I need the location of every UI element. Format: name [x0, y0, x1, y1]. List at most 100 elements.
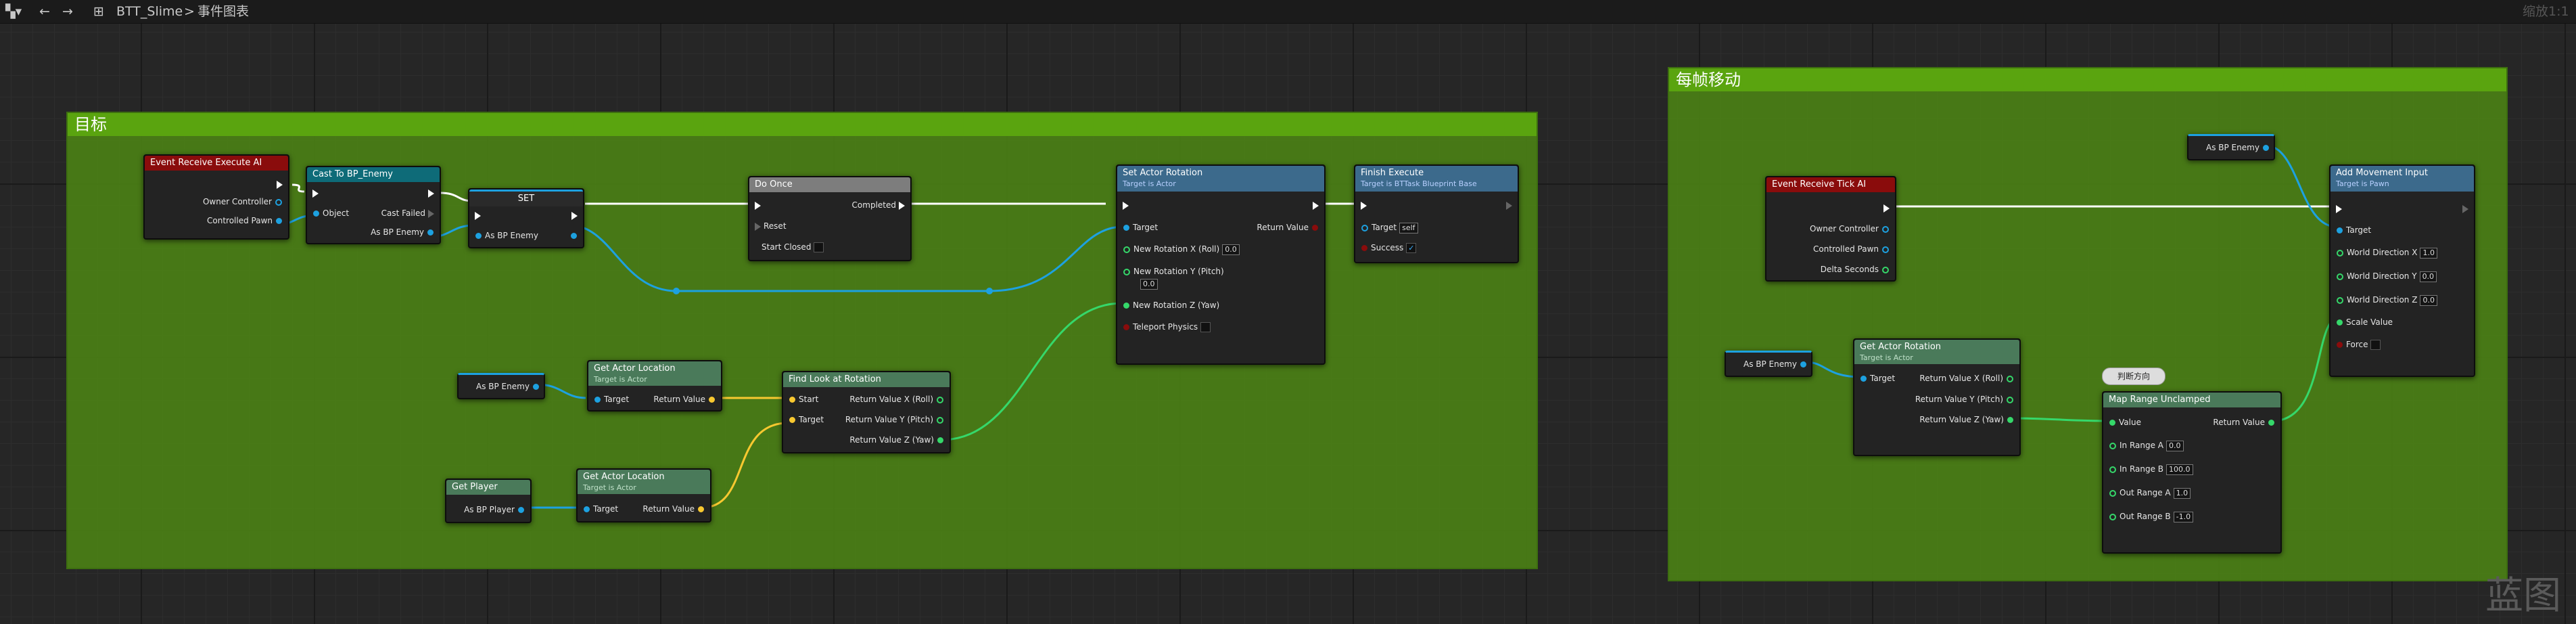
success-pin[interactable]: Success ✓: [1358, 242, 1417, 253]
value-box[interactable]: 0.0: [2419, 271, 2437, 282]
as-bp-enemy-pin[interactable]: As BP Enemy: [472, 230, 538, 241]
force-checkbox[interactable]: [2370, 340, 2381, 350]
node-get-actor-rotation[interactable]: Get Actor Rotation Target is Actor Targe…: [1853, 338, 2021, 456]
node-as-bp-enemy-getter[interactable]: As BP Enemy: [457, 373, 545, 399]
return-x-pin[interactable]: Return Value X (Roll): [1919, 373, 2017, 384]
world-direction-y-pin[interactable]: World Direction Y 0.0: [2333, 271, 2437, 282]
exec-in-pin[interactable]: [472, 210, 484, 221]
node-add-movement-input[interactable]: Add Movement Input Target is Pawn Target…: [2329, 164, 2475, 377]
new-rotation-z-pin[interactable]: New Rotation Z (Yaw): [1120, 300, 1219, 311]
node-comment-bubble[interactable]: 判断方向: [2102, 367, 2165, 385]
as-bp-enemy-out-pin[interactable]: [567, 230, 580, 241]
reset-pin[interactable]: Reset: [752, 221, 787, 231]
target-pin[interactable]: Target: [591, 394, 629, 405]
target-pin[interactable]: Target: [1120, 222, 1158, 233]
teleport-physics-pin[interactable]: Teleport Physics: [1120, 321, 1211, 332]
node-as-bp-enemy-getter-top[interactable]: As BP Enemy: [2187, 134, 2275, 160]
controlled-pawn-pin[interactable]: Controlled Pawn: [207, 215, 285, 226]
as-bp-enemy-pin[interactable]: As BP Enemy: [371, 227, 437, 238]
return-x-pin[interactable]: Return Value X (Roll): [849, 394, 947, 405]
exec-in-pin[interactable]: [1358, 200, 1369, 210]
blueprint-icon[interactable]: ▚▾: [5, 3, 22, 20]
breadcrumb-page[interactable]: 事件图表: [197, 3, 249, 20]
exec-in-pin[interactable]: [310, 187, 321, 198]
node-get-actor-location[interactable]: Get Actor Location Target is Actor Targe…: [587, 360, 722, 411]
target-pin[interactable]: Target: [1857, 373, 1895, 384]
node-do-once[interactable]: Do Once Completed Reset Start Closed: [748, 176, 912, 261]
scale-value-pin[interactable]: Scale Value: [2333, 317, 2393, 328]
node-as-bp-enemy-getter-mid[interactable]: As BP Enemy: [1725, 351, 1812, 377]
world-direction-z-pin[interactable]: World Direction Z 0.0: [2333, 294, 2437, 306]
return-value-pin[interactable]: Return Value: [653, 394, 718, 405]
out-range-b-pin[interactable]: Out Range B -1.0: [2106, 511, 2194, 522]
target-value[interactable]: self: [1399, 223, 1418, 233]
exec-out-pin[interactable]: [2460, 203, 2471, 214]
out-range-a-pin[interactable]: Out Range A 1.0: [2106, 487, 2191, 499]
world-direction-x-pin[interactable]: World Direction X 1.0: [2333, 247, 2437, 259]
node-get-player[interactable]: Get Player As BP Player: [445, 478, 532, 523]
node-event-receive-tick-ai[interactable]: Event Receive Tick AI Owner Controller C…: [1765, 176, 1896, 282]
start-closed-pin[interactable]: Start Closed: [752, 242, 824, 252]
as-bp-enemy-out-pin[interactable]: As BP Enemy: [476, 381, 542, 392]
as-bp-enemy-out-pin[interactable]: As BP Enemy: [1743, 359, 1810, 370]
return-value-pin[interactable]: Return Value: [642, 504, 707, 514]
node-event-receive-execute-ai[interactable]: Event Receive Execute AI Owner Controlle…: [143, 154, 289, 240]
target-pin[interactable]: Target: [2333, 225, 2371, 236]
owner-controller-pin[interactable]: Owner Controller: [203, 196, 285, 207]
in-range-b-pin[interactable]: In Range B 100.0: [2106, 464, 2193, 475]
object-pin[interactable]: Object: [310, 208, 349, 219]
value-box[interactable]: 1.0: [2173, 488, 2191, 499]
return-y-pin[interactable]: Return Value Y (Pitch): [1915, 394, 2017, 405]
value-box[interactable]: 0.0: [2420, 295, 2437, 306]
exec-out-pin[interactable]: [1881, 202, 1892, 213]
teleport-physics-checkbox[interactable]: [1200, 322, 1211, 332]
completed-pin[interactable]: Completed: [852, 200, 908, 210]
in-range-a-pin[interactable]: In Range A 0.0: [2106, 440, 2184, 451]
target-pin[interactable]: Target: [786, 414, 824, 425]
target-pin[interactable]: Target self: [1358, 222, 1418, 233]
new-rotation-x-pin[interactable]: New Rotation X (Roll) 0.0: [1120, 244, 1240, 255]
start-closed-checkbox[interactable]: [814, 242, 824, 252]
node-get-actor-location-player[interactable]: Get Actor Location Target is Actor Targe…: [576, 468, 711, 522]
start-pin[interactable]: Start: [786, 394, 818, 405]
force-pin[interactable]: Force: [2333, 339, 2381, 350]
node-map-range-unclamped[interactable]: Map Range Unclamped Value Return Value I…: [2102, 391, 2282, 554]
back-arrow-icon[interactable]: ←: [39, 3, 50, 20]
exec-in-pin[interactable]: [2333, 203, 2345, 214]
value-box[interactable]: -1.0: [2173, 512, 2194, 522]
graph-canvas[interactable]: 目标 每帧移动 Event Receive Execute AI Owner C…: [0, 24, 2576, 624]
exec-out-pin[interactable]: [1503, 200, 1515, 210]
owner-controller-pin[interactable]: Owner Controller: [1810, 223, 1892, 234]
cast-failed-pin[interactable]: Cast Failed: [381, 208, 437, 219]
exec-out-pin[interactable]: [1310, 200, 1321, 210]
exec-in-pin[interactable]: [752, 200, 764, 210]
breadcrumb-root[interactable]: BTT_Slime: [116, 3, 183, 20]
return-value-pin[interactable]: Return Value: [2213, 417, 2278, 428]
node-cast-to-bp-enemy[interactable]: Cast To BP_Enemy Object Cast Failed As B…: [306, 166, 441, 244]
new-rotation-y-value[interactable]: 0.0: [1138, 278, 1158, 290]
return-value-pin[interactable]: Return Value: [1257, 222, 1321, 233]
node-set-actor-rotation[interactable]: Set Actor Rotation Target is Actor Targe…: [1116, 164, 1326, 365]
exec-out-pin[interactable]: [569, 210, 580, 221]
node-finish-execute[interactable]: Finish Execute Target is BTTask Blueprin…: [1354, 164, 1519, 263]
value-box[interactable]: 0.0: [2166, 441, 2184, 451]
exec-out-pin[interactable]: [425, 187, 437, 198]
value-box[interactable]: 0.0: [1140, 279, 1158, 290]
return-z-pin[interactable]: Return Value Z (Yaw): [849, 434, 947, 445]
value-box[interactable]: 1.0: [2420, 248, 2437, 259]
node-set-variable[interactable]: SET As BP Enemy: [468, 188, 584, 248]
value-box[interactable]: 0.0: [1222, 244, 1240, 255]
return-z-pin[interactable]: Return Value Z (Yaw): [1919, 414, 2017, 425]
forward-arrow-icon[interactable]: →: [62, 3, 73, 20]
return-y-pin[interactable]: Return Value Y (Pitch): [845, 414, 947, 425]
controlled-pawn-pin[interactable]: Controlled Pawn: [1813, 244, 1892, 254]
value-pin[interactable]: Value: [2106, 417, 2141, 428]
as-bp-enemy-out-pin[interactable]: As BP Enemy: [2206, 142, 2272, 153]
exec-out-pin[interactable]: [274, 179, 285, 190]
node-find-look-at-rotation[interactable]: Find Look at Rotation Start Target Retur…: [782, 371, 951, 453]
exec-in-pin[interactable]: [1120, 200, 1131, 210]
target-pin[interactable]: Target: [580, 504, 618, 514]
value-box[interactable]: 100.0: [2166, 464, 2193, 475]
delta-seconds-pin[interactable]: Delta Seconds: [1821, 264, 1892, 275]
as-bp-player-pin[interactable]: As BP Player: [464, 504, 528, 515]
